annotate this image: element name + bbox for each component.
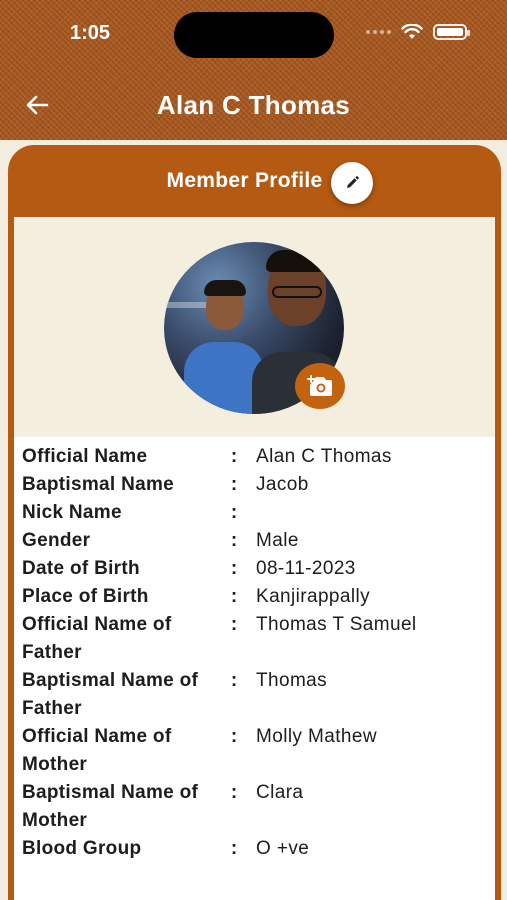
detail-value: 08-11-2023 (256, 558, 356, 579)
detail-separator: : (230, 838, 238, 859)
detail-row: Gender: Male (14, 527, 495, 555)
detail-row: Baptismal Name of Father: Thomas (14, 667, 495, 723)
detail-row: Official Name: Alan C Thomas (14, 443, 495, 471)
detail-row: Nick Name: (14, 499, 495, 527)
detail-label: Blood Group (22, 838, 142, 859)
detail-value: Molly Mathew (256, 726, 377, 747)
edit-profile-button[interactable] (331, 162, 373, 204)
dynamic-island (174, 12, 334, 58)
detail-label: Official Name of Father (22, 614, 172, 663)
detail-separator: : (230, 670, 238, 691)
card-header: Member Profile (8, 145, 501, 217)
status-time: 1:05 (70, 22, 111, 44)
detail-row: Official Name of Mother: Molly Mathew (14, 723, 495, 779)
detail-label: Gender (22, 530, 91, 551)
detail-value: Male (256, 530, 299, 551)
detail-value: Thomas (256, 670, 328, 691)
detail-row: Official Name of Father: Thomas T Samuel (14, 611, 495, 667)
detail-row: Date of Birth:08-11-2023 (14, 555, 495, 583)
camera-plus-icon (307, 375, 332, 396)
card-body: Official Name: Alan C Thomas Baptismal Nam… (14, 217, 495, 900)
member-details: Official Name: Alan C Thomas Baptismal Nam… (14, 443, 495, 863)
detail-value: Thomas T Samuel (256, 614, 417, 635)
detail-separator: : (230, 726, 238, 747)
detail-value: O +ve (256, 838, 310, 859)
change-photo-button[interactable] (295, 363, 345, 409)
detail-label: Official Name of Mother (22, 726, 172, 775)
detail-separator: : (230, 474, 238, 495)
detail-label: Date of Birth (22, 558, 140, 579)
detail-label: Official Name (22, 446, 148, 467)
wifi-icon (401, 24, 423, 39)
detail-row: Baptismal Name: Jacob (14, 471, 495, 499)
detail-label: Place of Birth (22, 586, 149, 607)
detail-label: Baptismal Name of Mother (22, 782, 199, 831)
app-header: 1:05 Alan C Thomas (0, 0, 507, 140)
detail-separator: : (230, 558, 238, 579)
member-profile-card: Member Profile Official Name: Alan C Th… (8, 145, 501, 900)
page-title: Alan C Thomas (156, 90, 351, 120)
detail-separator: : (230, 446, 238, 467)
detail-value: Jacob (256, 474, 309, 495)
detail-row: Blood Group: O +ve (14, 835, 495, 863)
detail-separator: : (230, 782, 238, 803)
photo-section (14, 217, 495, 437)
detail-row: Place of Birth: Kanjirappally (14, 583, 495, 611)
detail-separator: : (230, 502, 238, 523)
status-icons (366, 24, 470, 40)
detail-label: Nick Name (22, 502, 122, 523)
detail-label: Baptismal Name of Father (22, 670, 199, 719)
pencil-icon (347, 176, 359, 188)
detail-label: Baptismal Name (22, 474, 175, 495)
detail-value (254, 499, 495, 527)
detail-value: Kanjirappally (256, 586, 370, 607)
signal-icon (366, 30, 391, 34)
battery-icon (433, 24, 470, 40)
detail-value: Clara (256, 782, 304, 803)
detail-separator: : (230, 614, 238, 635)
detail-separator: : (230, 586, 238, 607)
card-title: Member Profile (166, 169, 323, 192)
detail-row: Baptismal Name of Mother: Clara (14, 779, 495, 835)
detail-separator: : (230, 530, 238, 551)
detail-value: Alan C Thomas (256, 446, 392, 467)
